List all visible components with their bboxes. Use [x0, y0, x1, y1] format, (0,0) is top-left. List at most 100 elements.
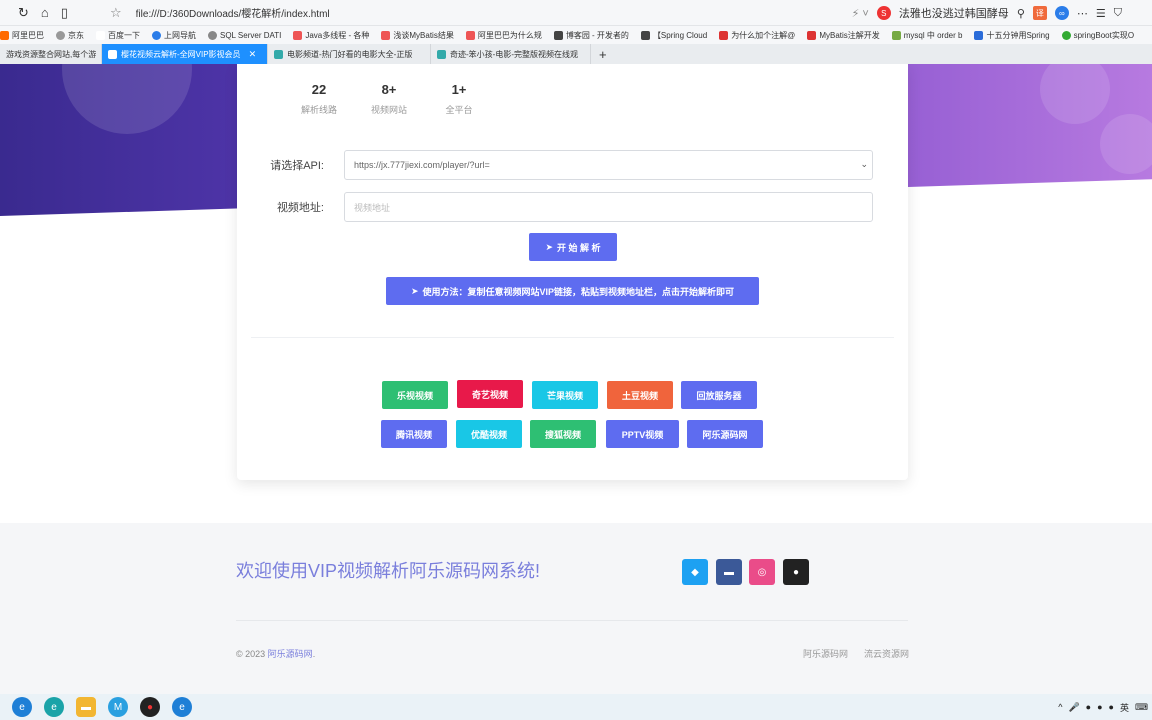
address-bar[interactable]: file:///D:/360Downloads/樱花解析/index.html: [136, 5, 616, 20]
copyright-link[interactable]: 阿乐源码网: [268, 649, 313, 659]
video-url-placeholder: 视频地址: [354, 202, 391, 213]
usage-label: 使用方法：复制任意视频网站VIP链接，粘贴到视频地址栏，点击开始解析即可: [422, 286, 735, 297]
bookmark-item[interactable]: 【Spring Cloud: [640, 30, 707, 41]
site-button-label: 阿乐源码网: [702, 429, 748, 440]
bookmark-label: springBoot实现O: [1073, 30, 1135, 40]
browser-app-icon[interactable]: e: [12, 697, 32, 717]
new-tab-icon[interactable]: +: [591, 44, 615, 64]
ime-indicator[interactable]: 英: [1120, 701, 1129, 714]
bookmark-icon: [1061, 30, 1071, 40]
qq-tray-icon[interactable]: ●: [1086, 702, 1091, 712]
lightning-icon[interactable]: ⚡ ˅: [852, 7, 869, 20]
close-icon[interactable]: ✕: [249, 49, 257, 60]
footer-link[interactable]: 流云资源网: [864, 647, 909, 660]
bookmark-item[interactable]: springBoot实现O: [1061, 30, 1135, 41]
menu-icon[interactable]: ☰: [1096, 7, 1106, 20]
video-icon[interactable]: ▬: [716, 559, 742, 585]
chevron-down-icon: ⌄: [860, 159, 868, 169]
site-button-tudou[interactable]: 土豆视频: [607, 381, 673, 409]
search-icon[interactable]: ⚲: [1017, 7, 1025, 20]
github-icon[interactable]: ●: [783, 559, 809, 585]
tab-active[interactable]: 樱花视频云解析-全网VIP影视会员 ✕: [102, 44, 268, 64]
site-button-sohu[interactable]: 搜狐视频: [530, 420, 596, 448]
qq-tray-icon[interactable]: ●: [1097, 702, 1102, 712]
site-button-iqiyi[interactable]: 奇艺视频: [457, 380, 523, 408]
site-button-label: 奇艺视频: [471, 389, 508, 400]
bookmark-icon: [381, 30, 391, 40]
tab-label: 奇迹-笨小孩-电影-完整版视频在线观: [450, 49, 578, 59]
bookmark-icon: [465, 30, 475, 40]
tab[interactable]: 电影频道-热门好看的电影大全-正版: [268, 44, 431, 64]
site-button-mango[interactable]: 芒果视频: [532, 381, 598, 409]
reload-icon[interactable]: ↻: [18, 5, 29, 21]
chevron-up-icon[interactable]: ^: [1058, 702, 1062, 712]
edge-app-icon[interactable]: e: [44, 697, 64, 717]
site-button-youku[interactable]: 优酷视频: [456, 420, 522, 448]
stat-number: 8+: [381, 82, 397, 97]
bookmark-item[interactable]: 博客园 - 开发者的: [553, 30, 629, 41]
bookmark-item[interactable]: mysql 中 order b: [891, 30, 963, 41]
tab[interactable]: 奇迹-笨小孩-电影-完整版视频在线观: [431, 44, 591, 64]
extension-icon[interactable]: ∞: [1054, 6, 1069, 20]
bookmark-icon: [96, 30, 105, 40]
bookmark-item[interactable]: MyBatis注解开发: [807, 30, 880, 41]
bookmark-item[interactable]: 浅谈MyBatis结果: [381, 30, 454, 41]
tab[interactable]: 游戏资源整合网站,每个游: [0, 44, 102, 64]
site-button-label: 乐视视频: [396, 390, 433, 401]
active-browser-app-icon[interactable]: e: [172, 697, 192, 717]
app-m-icon[interactable]: M: [108, 697, 128, 717]
folder-app-icon[interactable]: ▬: [76, 697, 96, 717]
start-parse-label: 开 始 解 析: [557, 242, 601, 253]
stat-item: 22 解析线路: [297, 82, 341, 116]
stat-label: 解析线路: [300, 105, 337, 115]
bookmark-item[interactable]: Java多线程 - 各种: [293, 30, 369, 41]
home-icon[interactable]: ⌂: [41, 5, 49, 20]
bookmark-item[interactable]: 十五分钟用Spring: [974, 30, 1050, 41]
shirt-icon[interactable]: ⛉: [1114, 7, 1122, 20]
keyboard-icon[interactable]: ⌨: [1135, 702, 1148, 713]
card-divider: [251, 337, 894, 338]
more-icon[interactable]: ⋯: [1077, 7, 1088, 20]
bookmark-icon: [640, 30, 650, 40]
site-button-ale-source[interactable]: 阿乐源码网: [687, 420, 763, 448]
site-button-letv[interactable]: 乐视视频: [382, 381, 448, 409]
web-page: 22 解析线路 8+ 视频网站 1+ 全平台 请选择API: https://j…: [0, 64, 1152, 694]
stat-label: 视频网站: [370, 105, 407, 115]
trending-text[interactable]: 法雅也没逃过韩国酵母: [899, 5, 1009, 21]
microphone-icon[interactable]: 🎤: [1068, 702, 1079, 713]
site-button-pptv[interactable]: PPTV视频: [606, 420, 679, 448]
bookmark-label: SQL Server DATI: [220, 30, 282, 40]
translate-icon[interactable]: 译: [1032, 6, 1047, 20]
taskbar: e e ▬ M ● e ^ 🎤 ● ● ● 英 ⌨: [0, 694, 1152, 720]
record-app-icon[interactable]: ●: [140, 697, 160, 717]
bookmark-item[interactable]: 百度一下: [96, 30, 140, 41]
api-select[interactable]: https://jx.777jiexi.com/player/?url= ⌄: [344, 150, 873, 180]
bookmark-item[interactable]: 京东: [56, 30, 84, 41]
tab-label: 电影频道-热门好看的电影大全-正版: [287, 49, 413, 59]
qq-icon[interactable]: ◆: [682, 559, 708, 585]
browser-toolbar: ↻ ⌂ ▯ ☆ file:///D:/360Downloads/樱花解析/ind…: [0, 0, 1152, 26]
footer-link[interactable]: 阿乐源码网: [803, 647, 848, 660]
bookmark-label: 上网导航: [164, 30, 196, 40]
search-engine-icon[interactable]: S: [876, 6, 891, 20]
bookmark-label: Java多线程 - 各种: [305, 30, 370, 40]
bookmark-label: 博客园 - 开发者的: [565, 30, 629, 40]
bookmark-icon: [553, 30, 563, 40]
bookmark-star-icon[interactable]: ☆: [110, 5, 122, 21]
reader-icon[interactable]: ▯: [61, 5, 68, 21]
usage-button[interactable]: ➤ 使用方法：复制任意视频网站VIP链接，粘贴到视频地址栏，点击开始解析即可: [386, 277, 759, 305]
video-url-input[interactable]: 视频地址: [344, 192, 873, 222]
qq-tray-icon[interactable]: ●: [1109, 702, 1114, 712]
bookmark-item[interactable]: 阿里巴巴为什么规: [465, 30, 542, 41]
page-footer: 欢迎使用VIP视频解析阿乐源码网系统! ◆ ▬ ◎ ● © 2023 阿乐源码网…: [0, 523, 1152, 694]
bookmark-icon: [208, 30, 217, 40]
site-button-replay-server[interactable]: 回放服务器: [681, 381, 757, 409]
start-parse-button[interactable]: ➤ 开 始 解 析: [529, 233, 617, 261]
bookmark-item[interactable]: 阿里巴巴: [0, 30, 44, 41]
bookmark-item[interactable]: 为什么加个注解@: [719, 30, 795, 41]
site-button-tencent[interactable]: 腾讯视频: [381, 420, 447, 448]
bookmark-item[interactable]: SQL Server DATI: [208, 30, 282, 40]
bookmark-item[interactable]: 上网导航: [152, 30, 196, 41]
dribbble-icon[interactable]: ◎: [749, 559, 775, 585]
bookmark-label: mysql 中 order b: [903, 30, 963, 40]
